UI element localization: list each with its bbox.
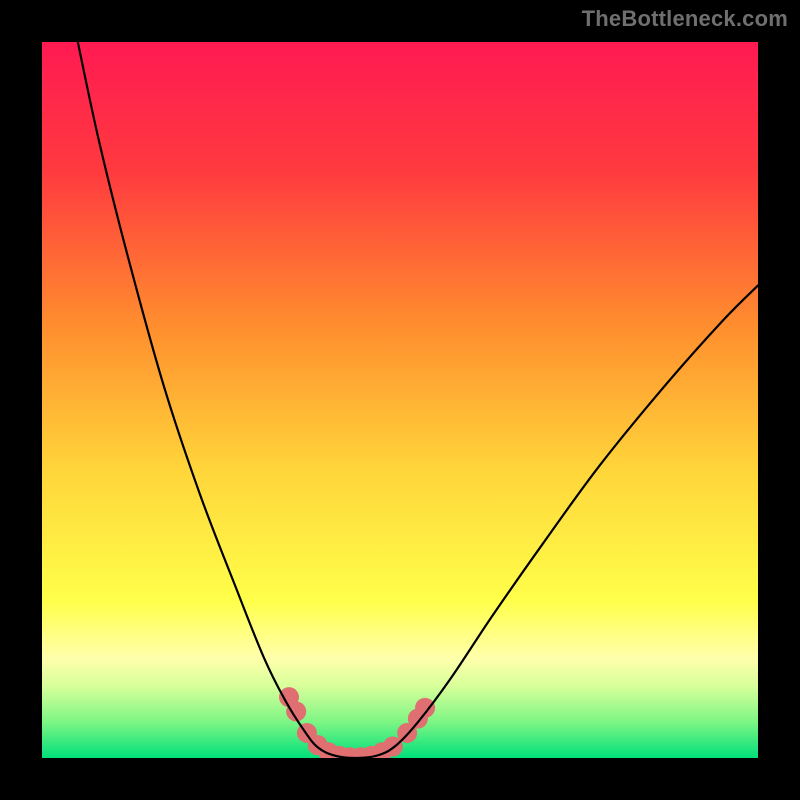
plot-area (42, 42, 758, 758)
bottleneck-chart (42, 42, 758, 758)
gradient-background (42, 42, 758, 758)
watermark-label: TheBottleneck.com (582, 6, 788, 32)
chart-frame: TheBottleneck.com (0, 0, 800, 800)
